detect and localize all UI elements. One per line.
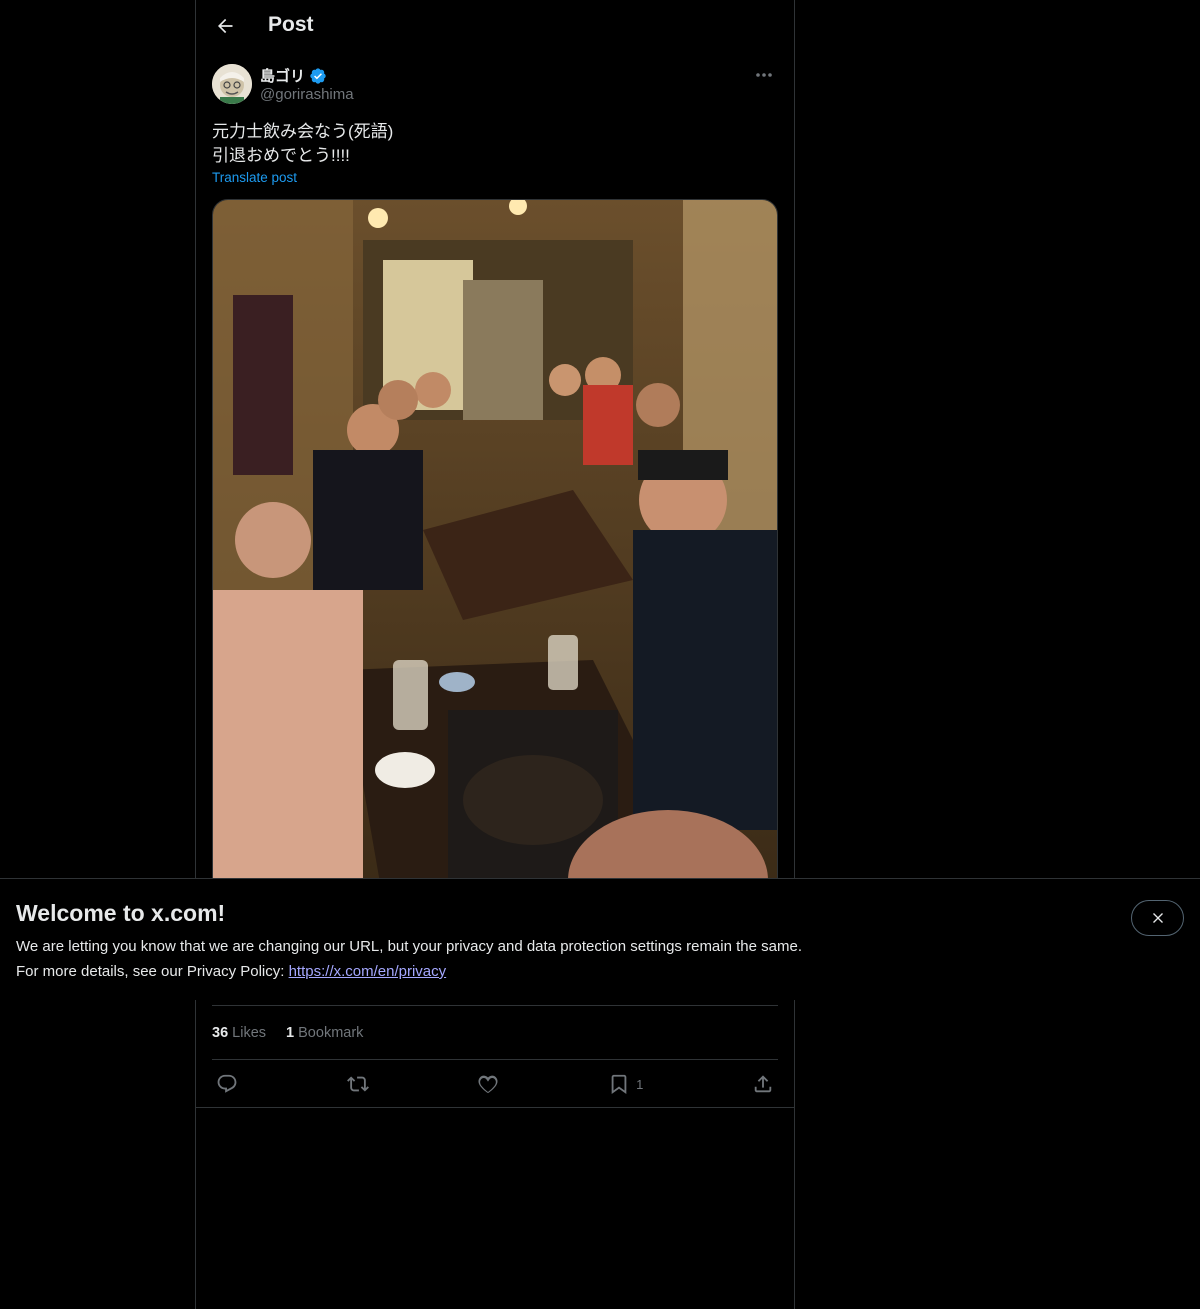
post-text: 元力士飲み会なう(死語) 引退おめでとう!!!! (212, 122, 394, 165)
post-actions: 1 (212, 1060, 778, 1108)
repost-button[interactable] (346, 1073, 369, 1095)
banner-title: Welcome to x.com! (16, 900, 226, 926)
bookmarks-count: 1 (286, 1024, 295, 1041)
user-handle[interactable]: @gorirashima (260, 86, 354, 103)
post-author: 島ゴリ @gorirashima (212, 64, 778, 108)
avatar-image (212, 64, 252, 104)
banner-body: We are letting you know that we are chan… (16, 934, 802, 984)
like-icon (478, 1075, 498, 1094)
reply-icon (217, 1074, 237, 1093)
bookmark-count: 1 (636, 1076, 644, 1092)
welcome-banner: Welcome to x.com! We are letting you kno… (0, 878, 1200, 1000)
main-column: Post 島ゴリ @gorirashima 元力士飲み会なう(死語) 引退おめで… (195, 0, 795, 1309)
likes-count: 36 (212, 1024, 229, 1041)
bookmarks-label: Bookmark (298, 1024, 364, 1041)
more-icon (756, 73, 772, 77)
share-icon (754, 1075, 772, 1093)
post-photo[interactable] (212, 199, 778, 899)
repost-icon (346, 1076, 369, 1092)
close-banner-button[interactable] (1131, 900, 1184, 936)
bookmark-icon (611, 1074, 627, 1095)
banner-line-1: We are letting you know that we are chan… (16, 938, 802, 955)
banner-line-2: For more details, see our Privacy Policy… (16, 959, 802, 984)
display-name[interactable]: 島ゴリ (260, 65, 305, 86)
more-button[interactable] (750, 64, 778, 86)
banner-line-2-prefix: For more details, see our Privacy Policy… (16, 963, 289, 980)
share-button[interactable] (752, 1073, 774, 1095)
like-button[interactable] (477, 1073, 499, 1095)
back-button[interactable] (208, 9, 242, 43)
privacy-policy-link[interactable]: https://x.com/en/privacy (289, 963, 447, 980)
likes-stat[interactable]: 36 Likes (212, 1025, 266, 1041)
post-stats: 36 Likes 1 Bookmark (212, 1005, 778, 1060)
photo-image (213, 200, 777, 898)
bookmark-button[interactable]: 1 (608, 1073, 643, 1095)
divider (196, 1107, 794, 1108)
bookmarks-stat[interactable]: 1 Bookmark (286, 1025, 363, 1041)
likes-label: Likes (232, 1024, 267, 1041)
verified-badge-icon (310, 67, 326, 84)
translate-post-link[interactable]: Translate post (212, 170, 297, 185)
display-name-row: 島ゴリ (260, 65, 327, 86)
back-arrow-icon (218, 18, 233, 34)
top-bar: Post (196, 0, 794, 53)
avatar[interactable] (212, 64, 252, 104)
page-title: Post (268, 13, 314, 36)
reply-button[interactable] (216, 1073, 238, 1095)
close-icon (1152, 913, 1163, 923)
